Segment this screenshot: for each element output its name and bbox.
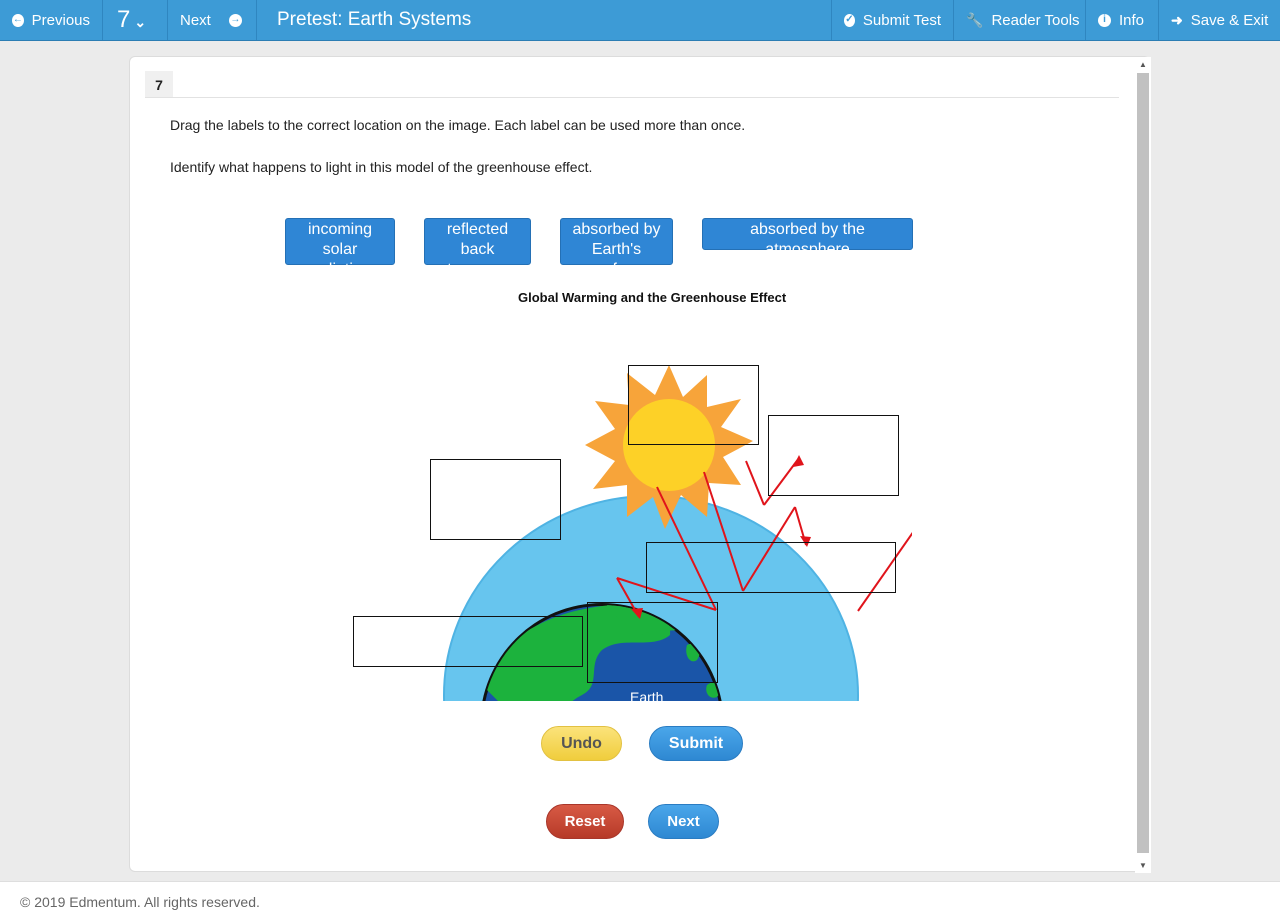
dropzone-5[interactable] bbox=[353, 616, 583, 667]
test-title: Pretest: Earth Systems bbox=[277, 9, 472, 30]
scroll-up-arrow-icon[interactable]: ▲ bbox=[1139, 61, 1147, 69]
topbar-actions: ✓ Submit Test 🔧 Reader Tools i Info ➜ Sa… bbox=[831, 0, 1280, 40]
question-instruction: Drag the labels to the correct location … bbox=[170, 117, 746, 133]
wrench-icon: 🔧 bbox=[966, 11, 984, 28]
label-text-line2: radiation bbox=[309, 261, 371, 278]
reader-tools-button[interactable]: 🔧 Reader Tools bbox=[953, 0, 1085, 40]
undo-button[interactable]: Undo bbox=[541, 726, 622, 761]
copyright-text: © 2019 Edmentum. All rights reserved. bbox=[20, 894, 260, 910]
label-absorbed-by-the-atmosphere[interactable]: absorbed by the atmosphere bbox=[702, 218, 913, 258]
label-text-line1: reflected back bbox=[446, 221, 509, 258]
next-question-button[interactable]: Next → bbox=[168, 0, 257, 40]
sign-out-icon: ➜ bbox=[1171, 11, 1183, 28]
previous-button[interactable]: ← Previous bbox=[0, 0, 103, 40]
label-text-line2: Earth's surface bbox=[590, 241, 643, 278]
dropzone-6[interactable] bbox=[587, 602, 718, 683]
vertical-scrollbar[interactable]: ▲ ▼ bbox=[1135, 57, 1151, 873]
earth-label: Earth bbox=[630, 689, 664, 705]
save-exit-label: Save & Exit bbox=[1190, 11, 1269, 29]
label-incoming-solar-radiation[interactable]: incoming solar radiation bbox=[285, 218, 395, 278]
next-label: Next bbox=[180, 11, 211, 29]
info-button[interactable]: i Info bbox=[1085, 0, 1158, 40]
label-text-line2: to space bbox=[447, 261, 508, 278]
label-text-line1: incoming solar bbox=[307, 221, 373, 258]
question-prompt: Identify what happens to light in this m… bbox=[170, 159, 593, 175]
scroll-thumb[interactable] bbox=[1137, 73, 1149, 853]
question-divider bbox=[145, 97, 1119, 98]
save-exit-button[interactable]: ➜ Save & Exit bbox=[1158, 0, 1280, 40]
submit-test-button[interactable]: ✓ Submit Test bbox=[831, 0, 953, 40]
next-button[interactable]: Next bbox=[648, 804, 719, 839]
label-reflected-back-to-space[interactable]: reflected back to space bbox=[424, 218, 531, 278]
info-label: Info bbox=[1119, 11, 1145, 29]
label-text-line1: absorbed by the atmosphere bbox=[750, 221, 865, 258]
submit-button[interactable]: Submit bbox=[649, 726, 743, 761]
footer: © 2019 Edmentum. All rights reserved. bbox=[0, 881, 1280, 923]
reader-tools-label: Reader Tools bbox=[991, 11, 1080, 29]
submit-test-label: Submit Test bbox=[862, 11, 941, 29]
question-number: 7 bbox=[145, 71, 173, 98]
label-text-line1: absorbed by bbox=[572, 221, 661, 238]
dropzone-4[interactable] bbox=[646, 542, 896, 593]
diagram-title: Global Warming and the Greenhouse Effect bbox=[518, 290, 787, 305]
question-card: 7 Drag the labels to the correct locatio… bbox=[129, 56, 1151, 873]
dropzone-3[interactable] bbox=[430, 459, 561, 540]
previous-label: Previous bbox=[31, 11, 90, 29]
question-selector-number: 7 bbox=[117, 6, 131, 33]
arrow-left-circle-icon: ← bbox=[12, 13, 24, 27]
label-absorbed-by-earths-surface[interactable]: absorbed by Earth's surface bbox=[560, 218, 673, 278]
dropzone-2[interactable] bbox=[768, 415, 899, 496]
question-selector[interactable]: 7 ⌄ bbox=[103, 0, 168, 40]
dropzone-1[interactable] bbox=[628, 365, 759, 445]
info-circle-icon: i bbox=[1098, 13, 1111, 27]
top-navigation-bar: ← Previous 7 ⌄ Next → Pretest: Earth Sys… bbox=[0, 0, 1280, 41]
arrow-right-circle-icon: → bbox=[228, 13, 242, 27]
chevron-down-icon: ⌄ bbox=[134, 13, 147, 30]
reset-button[interactable]: Reset bbox=[546, 804, 624, 839]
check-circle-icon: ✓ bbox=[844, 13, 855, 27]
scroll-down-arrow-icon[interactable]: ▼ bbox=[1139, 862, 1147, 870]
